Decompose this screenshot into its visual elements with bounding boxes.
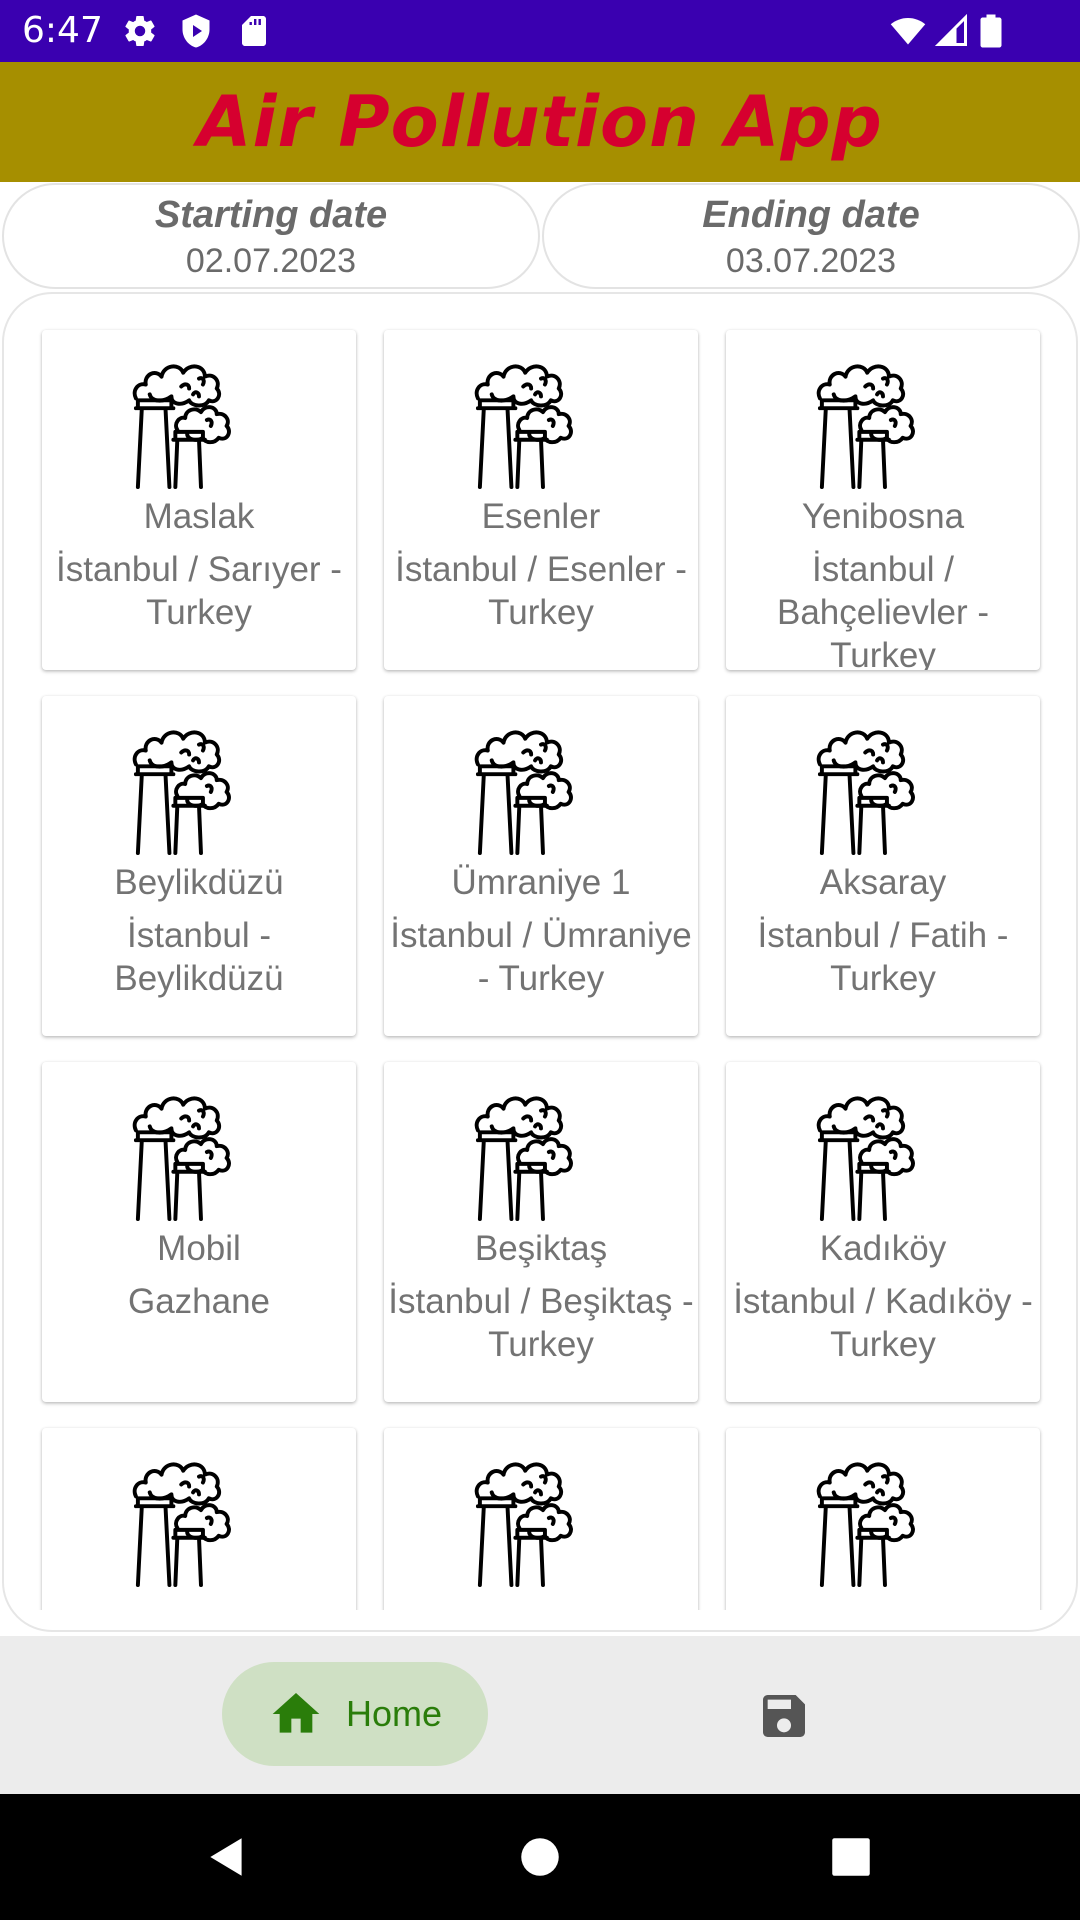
- factory-pollution-icon: [814, 720, 952, 856]
- station-name: Beylikdüzü: [114, 863, 284, 902]
- station-card[interactable]: Kadıköy İstanbul / Kadıköy - Turkey: [726, 1062, 1040, 1402]
- back-icon[interactable]: [202, 1832, 252, 1882]
- settings-icon: [122, 13, 158, 49]
- station-name: Yenibosna: [801, 497, 965, 536]
- factory-pollution-icon: [814, 1086, 952, 1222]
- start-date-value: 02.07.2023: [185, 242, 357, 280]
- station-card[interactable]: Mobil Gazhane: [42, 1062, 356, 1402]
- station-name: Mobil: [157, 1229, 241, 1268]
- start-date-picker[interactable]: Starting date 02.07.2023: [2, 183, 540, 289]
- status-time: 6:47: [22, 10, 103, 51]
- factory-pollution-icon: [472, 354, 610, 490]
- factory-pollution-icon: [130, 1086, 268, 1222]
- station-name: Ümraniye 1: [451, 863, 631, 902]
- factory-pollution-icon: [130, 354, 268, 490]
- station-location: İstanbul / Bahçelievler - Turkey: [776, 550, 990, 670]
- end-date-label: Ending date: [702, 194, 920, 236]
- recents-icon[interactable]: [826, 1832, 876, 1882]
- station-location: İstanbul / Sarıyer - Turkey: [56, 550, 342, 632]
- station-grid-viewport: Maslak İstanbul / Sarıyer - Turkey Esenl…: [4, 294, 1076, 1610]
- app-bar: Air Pollution App: [0, 62, 1080, 182]
- factory-pollution-icon: [472, 1086, 610, 1222]
- station-location: Gazhane: [127, 1282, 271, 1321]
- station-name: Maslak: [143, 497, 255, 536]
- home-circle-icon[interactable]: [515, 1832, 565, 1882]
- station-location: İstanbul / Ümraniye - Turkey: [390, 916, 692, 998]
- station-card[interactable]: Yenibosna İstanbul / Bahçelievler - Turk…: [726, 330, 1040, 670]
- end-date-value: 03.07.2023: [725, 242, 897, 280]
- station-card[interactable]: [42, 1428, 356, 1610]
- station-location: İstanbul / Beşiktaş - Turkey: [388, 1282, 694, 1364]
- home-icon: [268, 1686, 324, 1742]
- nav-home-label: Home: [345, 1693, 443, 1734]
- bottom-navigation: Home: [0, 1636, 1080, 1794]
- app-title: Air Pollution App: [197, 81, 883, 163]
- end-date-picker[interactable]: Ending date 03.07.2023: [542, 183, 1080, 289]
- station-name: Beşiktaş: [474, 1229, 608, 1268]
- station-name: Kadıköy: [819, 1229, 947, 1268]
- station-location: İstanbul / Kadıköy - Turkey: [733, 1282, 1033, 1364]
- shield-play-icon: [178, 13, 214, 49]
- station-name: Esenler: [481, 497, 601, 536]
- factory-pollution-icon: [814, 354, 952, 490]
- station-card[interactable]: Esenler İstanbul / Esenler - Turkey: [384, 330, 698, 670]
- cell-signal-icon: [934, 13, 970, 49]
- station-card[interactable]: Beylikdüzü İstanbul - Beylikdüzü: [42, 696, 356, 1036]
- sd-card-icon: [236, 13, 272, 49]
- station-card[interactable]: [726, 1428, 1040, 1610]
- station-card[interactable]: Ümraniye 1 İstanbul / Ümraniye - Turkey: [384, 696, 698, 1036]
- station-name: Aksaray: [819, 863, 947, 902]
- battery-icon: [980, 13, 1004, 49]
- station-location: İstanbul / Esenler - Turkey: [395, 550, 687, 632]
- station-grid[interactable]: Maslak İstanbul / Sarıyer - Turkey Esenl…: [2, 292, 1078, 1632]
- factory-pollution-icon: [130, 1452, 268, 1588]
- start-date-label: Starting date: [154, 194, 388, 236]
- nav-home-button[interactable]: Home: [222, 1662, 488, 1766]
- nav-save-button[interactable]: [756, 1688, 812, 1744]
- factory-pollution-icon: [472, 1452, 610, 1588]
- station-location: İstanbul - Beylikdüzü: [114, 916, 284, 998]
- status-bar: 6:47: [0, 0, 1080, 62]
- factory-pollution-icon: [814, 1452, 952, 1588]
- system-navigation-bar: [0, 1794, 1080, 1920]
- factory-pollution-icon: [130, 720, 268, 856]
- factory-pollution-icon: [472, 720, 610, 856]
- wifi-icon: [888, 13, 928, 49]
- station-card[interactable]: Aksaray İstanbul / Fatih - Turkey: [726, 696, 1040, 1036]
- station-card[interactable]: Maslak İstanbul / Sarıyer - Turkey: [42, 330, 356, 670]
- save-icon: [756, 1688, 812, 1744]
- station-card[interactable]: Beşiktaş İstanbul / Beşiktaş - Turkey: [384, 1062, 698, 1402]
- station-location: İstanbul / Fatih - Turkey: [757, 916, 1009, 998]
- station-card[interactable]: [384, 1428, 698, 1610]
